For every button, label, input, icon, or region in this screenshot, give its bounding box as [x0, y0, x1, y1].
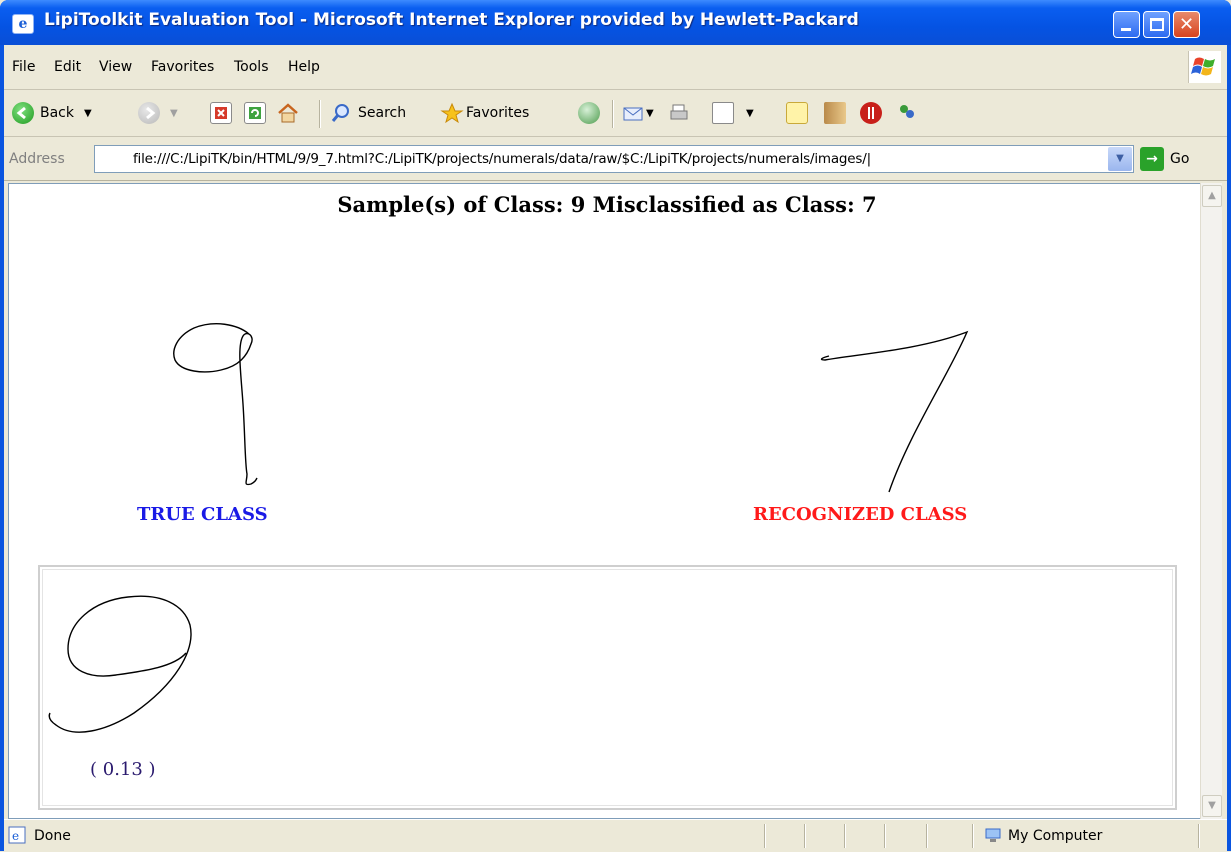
vertical-scrollbar[interactable]: ▲ ▼ — [1200, 183, 1222, 819]
search-icon — [330, 102, 352, 124]
status-panel — [884, 824, 886, 848]
svg-text:e: e — [12, 829, 19, 843]
favorites-label: Favorites — [466, 105, 530, 121]
close-button[interactable]: ✕ — [1173, 11, 1200, 38]
sample-digit-image[interactable] — [44, 573, 224, 763]
scroll-up-icon[interactable]: ▲ — [1202, 185, 1222, 207]
address-dropdown-icon[interactable]: ▼ — [1108, 147, 1132, 171]
forward-button[interactable]: ▼ — [138, 100, 178, 126]
discuss-button[interactable] — [786, 100, 808, 126]
go-arrow-icon: → — [1140, 147, 1164, 171]
status-panel — [926, 824, 928, 848]
messenger-icon — [896, 102, 918, 124]
stop-icon — [210, 102, 232, 124]
recognized-class-digit-image — [820, 330, 969, 493]
standard-toolbar: Back ▼ ▼ Search Favorites ▼ ▼ — [4, 90, 1227, 137]
window-title: LipiToolkit Evaluation Tool - Microsoft … — [44, 10, 859, 30]
toolbar-separator — [319, 100, 321, 128]
edit-button[interactable]: ▼ — [712, 100, 754, 126]
menu-edit[interactable]: Edit — [54, 59, 81, 75]
history-button[interactable] — [578, 100, 600, 126]
status-panel — [764, 824, 766, 848]
print-icon — [668, 102, 690, 124]
favorites-button[interactable]: Favorites — [440, 100, 529, 126]
ie-icon: e — [12, 14, 34, 34]
print-button[interactable] — [668, 100, 690, 126]
home-button[interactable] — [276, 100, 298, 126]
menu-favorites[interactable]: Favorites — [151, 59, 214, 75]
go-label: Go — [1170, 151, 1190, 167]
research-book-icon — [824, 102, 846, 124]
stop-button[interactable] — [210, 100, 232, 126]
status-panel — [972, 824, 974, 848]
true-class-digit-image — [173, 323, 258, 486]
favorites-star-icon — [440, 102, 464, 124]
menu-bar: File Edit View Favorites Tools Help — [4, 45, 1227, 90]
page-viewport[interactable]: Sample(s) of Class: 9 Misclassified as C… — [8, 183, 1204, 819]
go-button[interactable]: → Go — [1140, 147, 1189, 171]
windows-logo-icon — [1188, 51, 1221, 83]
mail-icon — [622, 102, 644, 124]
refresh-button[interactable] — [244, 100, 266, 126]
menu-tools[interactable]: Tools — [234, 59, 269, 75]
sample-score: ( 0.13 ) — [90, 759, 156, 780]
back-label: Back — [40, 105, 74, 121]
address-bar: Address file:///C:/LipiTK/bin/HTML/9/9_7… — [4, 137, 1227, 181]
home-icon — [276, 102, 298, 124]
maximize-icon — [1144, 12, 1169, 37]
mail-dropdown-icon[interactable]: ▼ — [646, 108, 654, 119]
page-done-icon: e — [8, 826, 26, 844]
recognized-class-label: RECOGNIZED CLASS — [753, 504, 968, 525]
close-icon: ✕ — [1178, 14, 1195, 35]
addon-icon — [860, 102, 882, 124]
edit-dropdown-icon[interactable]: ▼ — [746, 108, 754, 119]
minimize-button[interactable] — [1113, 11, 1140, 38]
address-url[interactable]: file:///C:/LipiTK/bin/HTML/9/9_7.html?C:… — [133, 151, 871, 167]
search-label: Search — [358, 105, 407, 121]
back-button[interactable]: Back ▼ — [12, 100, 92, 126]
title-bar[interactable]: e LipiToolkit Evaluation Tool - Microsof… — [0, 0, 1231, 45]
research-button[interactable] — [824, 100, 846, 126]
forward-dropdown-icon[interactable]: ▼ — [170, 108, 178, 119]
true-class-label: TRUE CLASS — [137, 504, 268, 525]
toolbar-separator — [612, 100, 614, 128]
menu-view[interactable]: View — [99, 59, 132, 75]
history-icon — [578, 102, 600, 124]
menu-file[interactable]: File — [12, 59, 35, 75]
status-bar: e Done My Computer — [4, 819, 1227, 852]
minimize-icon — [1114, 12, 1139, 37]
search-button[interactable]: Search — [330, 100, 406, 126]
mail-button[interactable]: ▼ — [622, 100, 654, 126]
back-arrow-icon — [12, 102, 34, 124]
note-icon — [786, 102, 808, 124]
misclassified-samples-panel: ( 0.13 ) — [38, 565, 1177, 810]
scroll-down-icon[interactable]: ▼ — [1202, 795, 1222, 817]
status-panel — [844, 824, 846, 848]
browser-client: File Edit View Favorites Tools Help Back… — [4, 45, 1227, 852]
addon-button[interactable] — [860, 100, 882, 126]
browser-window: e LipiToolkit Evaluation Tool - Microsof… — [0, 0, 1231, 852]
messenger-button[interactable] — [896, 100, 918, 126]
status-panel — [804, 824, 806, 848]
address-input[interactable]: file:///C:/LipiTK/bin/HTML/9/9_7.html?C:… — [94, 145, 1134, 173]
refresh-icon — [244, 102, 266, 124]
edit-page-icon — [712, 102, 734, 124]
address-label: Address — [9, 151, 65, 167]
menu-help[interactable]: Help — [288, 59, 320, 75]
maximize-button[interactable] — [1143, 11, 1170, 38]
status-text: Done — [34, 828, 71, 844]
my-computer-icon — [985, 828, 1001, 842]
page-title: Sample(s) of Class: 9 Misclassified as C… — [337, 192, 877, 217]
back-dropdown-icon[interactable]: ▼ — [84, 108, 92, 119]
status-panel — [1198, 824, 1200, 848]
security-zone-label: My Computer — [1008, 828, 1103, 844]
forward-arrow-icon — [138, 102, 160, 124]
